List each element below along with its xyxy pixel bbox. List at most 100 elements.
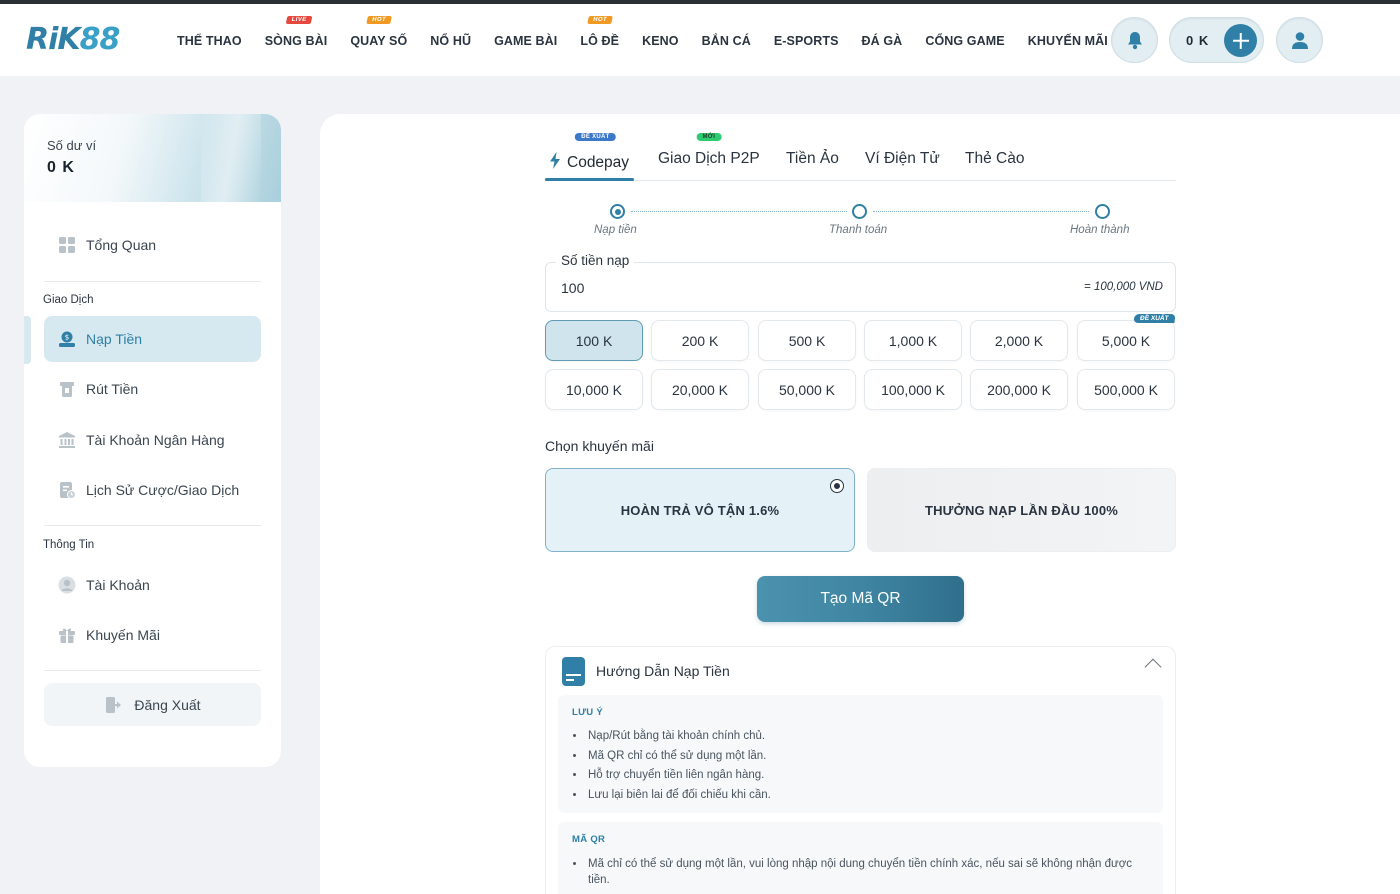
amount-input[interactable]: 100 (561, 280, 584, 296)
nav-lo-de[interactable]: HOT LÔ ĐỀ (580, 16, 620, 48)
amount-chip-10000k[interactable]: 10,000 K (545, 369, 643, 410)
chip-label: 500 K (788, 332, 826, 349)
sidebar-item-history[interactable]: Lịch Sử Cược/Giao Dịch (44, 467, 261, 513)
nav-label: QUAY SỐ (350, 34, 408, 48)
sidebar-item-label: Tài Khoản Ngân Hàng (86, 432, 225, 448)
logo-number: 88 (79, 22, 121, 57)
progress-stepper: Nạp tiền Thanh toán Hoàn thành (545, 200, 1176, 242)
note-item: Nạp/Rút bằng tài khoản chính chủ. (586, 727, 1146, 747)
chevron-up-icon[interactable] (1144, 658, 1162, 676)
note-item: Lưu lại biên lai để đối chiếu khi cần. (586, 786, 1146, 806)
guide-header[interactable]: Hướng Dẫn Nạp Tiền (546, 647, 1175, 695)
chip-label: 100,000 K (881, 381, 945, 398)
sidebar-item-promotions[interactable]: Khuyến Mãi (44, 612, 261, 658)
chip-label: 200,000 K (987, 381, 1051, 398)
wallet-balance-button[interactable]: 0 K (1169, 17, 1264, 63)
amount-chip-100000k[interactable]: 100,000 K (864, 369, 962, 410)
amount-chip-100k[interactable]: 100 K (545, 320, 643, 361)
tab-codepay[interactable]: Codepay ĐỀ XUẤT (549, 133, 630, 172)
qr-notes-box: MÃ QR Mã chỉ có thể sử dụng một lần, vui… (558, 822, 1163, 894)
amount-chip-200k[interactable]: 200 K (651, 320, 749, 361)
nav-no-hu[interactable]: NỔ HŨ (430, 34, 471, 48)
active-indicator (24, 316, 31, 364)
account-button[interactable] (1276, 17, 1323, 63)
nav-label: LÔ ĐỀ (580, 34, 620, 48)
chip-label: 5,000 K (1101, 332, 1151, 349)
note-item: Hỗ trợ chuyển tiền liên ngân hàng. (586, 766, 1146, 786)
amount-chip-200000k[interactable]: 200,000 K (970, 369, 1068, 410)
logout-label: Đăng Xuất (134, 696, 201, 713)
sidebar-item-deposit[interactable]: $ Nạp Tiền (44, 316, 261, 362)
tab-scratch-card[interactable]: Thẻ Cào (965, 150, 1024, 168)
deposit-icon: $ (58, 330, 76, 348)
amount-chip-5000k[interactable]: 5,000 K ĐỀ XUẤT (1077, 314, 1176, 361)
withdraw-icon (58, 380, 76, 398)
nav-the-thao[interactable]: THỂ THAO (177, 34, 242, 48)
amount-chip-1000k[interactable]: 1,000 K (864, 320, 962, 361)
amount-chip-2000k[interactable]: 2,000 K (970, 320, 1068, 361)
wallet-amount: 0 K (1186, 33, 1210, 48)
tab-crypto[interactable]: Tiền Ảo (786, 150, 839, 168)
nav-label: BẮN CÁ (701, 34, 751, 48)
new-badge: MỚI (696, 133, 722, 141)
amount-chip-500k[interactable]: 500 K (758, 320, 856, 361)
plus-icon[interactable] (1224, 24, 1257, 57)
nav-label: CỔNG GAME (925, 34, 1005, 48)
deposit-method-tabs: Codepay ĐỀ XUẤT Giao Dịch P2P MỚI Tiền Ả… (545, 133, 1176, 181)
nav-label: THỂ THAO (177, 34, 242, 48)
tab-label: Tiền Ảo (786, 150, 839, 167)
nav-e-sports[interactable]: E-SPORTS (774, 34, 839, 48)
nav-keno[interactable]: KENO (642, 34, 679, 48)
sidebar-item-label: Khuyến Mãi (86, 627, 160, 643)
section-heading-transactions: Giao Dịch (43, 294, 94, 306)
amount-label: Số tiền nạp (556, 253, 635, 268)
nav-ban-ca[interactable]: BẮN CÁ (702, 34, 751, 48)
radio-selected-icon[interactable] (830, 479, 844, 493)
wallet-label: Số dư ví (47, 138, 97, 153)
nav-cong-game[interactable]: CỔNG GAME (925, 34, 1004, 48)
nav-song-bai[interactable]: LIVE SÒNG BÀI (265, 16, 328, 48)
nav-quay-so[interactable]: HOT QUAY SỐ (350, 16, 408, 48)
amount-chip-500000k[interactable]: 500,000 K (1077, 369, 1175, 410)
bank-icon (58, 431, 76, 449)
sidebar-item-label: Lịch Sử Cược/Giao Dịch (86, 482, 240, 498)
nav-label: NỔ HŨ (430, 34, 472, 48)
tab-label: Giao Dịch P2P (658, 150, 760, 167)
promo-option-cashback[interactable]: HOÀN TRẢ VÔ TẬN 1.6% (545, 468, 855, 552)
create-qr-button[interactable]: Tạo Mã QR (757, 576, 964, 622)
step-dot-payment (852, 204, 867, 219)
guide-card-icon (562, 657, 585, 686)
hot-badge: HOT (366, 16, 392, 24)
account-icon (58, 576, 76, 594)
sidebar-item-withdraw[interactable]: Rút Tiền (44, 366, 261, 412)
section-heading-info: Thông Tin (43, 539, 95, 551)
nav-da-ga[interactable]: ĐÁ GÀ (862, 34, 903, 48)
step-label-deposit: Nạp tiền (594, 224, 637, 236)
active-tab-indicator (545, 178, 634, 181)
chip-label: 20,000 K (671, 381, 729, 398)
sidebar-item-account[interactable]: Tài Khoản (44, 562, 261, 608)
tab-label: Codepay (567, 154, 630, 171)
promo-option-first-deposit[interactable]: THƯỞNG NẠP LẦN ĐẦU 100% (867, 468, 1176, 552)
notifications-button[interactable] (1111, 17, 1158, 63)
nav-khuyen-mai[interactable]: KHUYẾN MÃI (1028, 34, 1108, 48)
site-logo[interactable]: RiK88 (26, 22, 121, 57)
sidebar-item-bank-account[interactable]: Tài Khoản Ngân Hàng (44, 417, 261, 463)
nav-game-bai[interactable]: GAME BÀI (494, 34, 557, 48)
amount-chip-50000k[interactable]: 50,000 K (758, 369, 856, 410)
step-connector (631, 211, 847, 212)
amount-field[interactable]: Số tiền nạp 100 = 100,000 VND (545, 253, 1176, 312)
account-sidebar: Số dư ví 0 K Tổng Quan Giao Dịch $ Nạp T… (24, 114, 281, 767)
tab-p2p[interactable]: Giao Dịch P2P MỚI (658, 133, 760, 168)
amount-chip-20000k[interactable]: 20,000 K (651, 369, 749, 410)
note-item: Mã QR chỉ có thể sử dụng một lần. (586, 747, 1146, 767)
button-label: Tạo Mã QR (820, 590, 901, 607)
promo-label: THƯỞNG NẠP LẦN ĐẦU 100% (924, 502, 1119, 518)
sidebar-item-overview[interactable]: Tổng Quan (44, 222, 261, 268)
gift-icon (58, 626, 76, 644)
user-icon (1292, 32, 1308, 49)
notes-heading: LƯU Ý (572, 707, 604, 718)
logout-button[interactable]: Đăng Xuất (44, 683, 261, 726)
tab-ewallet[interactable]: Ví Điện Tử (865, 150, 940, 168)
qr-notes-heading: MÃ QR (572, 834, 606, 845)
